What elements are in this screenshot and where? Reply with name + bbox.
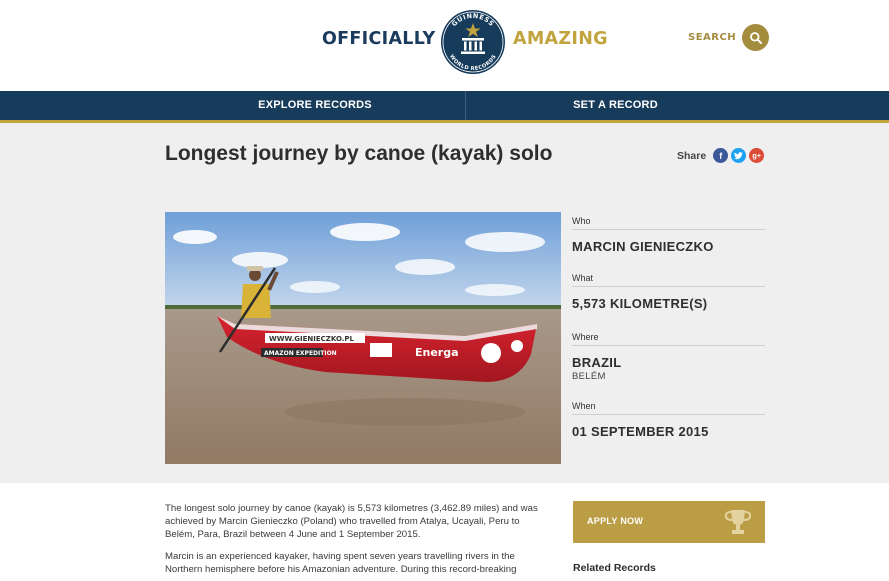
what-value: 5,573 KILOMETRE(S) <box>572 296 708 311</box>
related-records-heading: Related Records <box>573 562 656 574</box>
apply-now-label: APPLY NOW <box>587 516 644 526</box>
where-label: Where <box>572 328 765 346</box>
when-value: 01 SEPTEMBER 2015 <box>572 424 709 439</box>
share-bar: Share f g+ <box>677 148 765 163</box>
who-value[interactable]: MARCIN GIENIECZKO <box>572 239 765 254</box>
apply-now-button[interactable]: APPLY NOW <box>573 501 765 543</box>
when-label: When <box>572 397 765 415</box>
description-paragraph: Marcin is an experienced kayaker, having… <box>165 551 517 575</box>
record-facts: Who MARCIN GIENIECZKO What 5,573 KILOMET… <box>572 212 765 439</box>
search-icon[interactable] <box>742 24 770 51</box>
main-nav: EXPLORE RECORDS SET A RECORD <box>0 91 889 123</box>
gwr-logo[interactable]: GUINNESS WORLD RECORDS <box>437 6 509 78</box>
brand-amazing: AMAZING <box>513 29 608 49</box>
brand-officially: OFFICIALLY <box>322 29 436 49</box>
facebook-icon[interactable]: f <box>713 148 729 163</box>
hull-sponsor-text: Energa <box>415 346 459 359</box>
google-plus-icon[interactable]: g+ <box>749 148 765 163</box>
where-value: BRAZIL <box>572 355 622 370</box>
share-label: Share <box>677 149 707 162</box>
what-label: What <box>572 269 765 287</box>
twitter-icon[interactable] <box>731 148 747 163</box>
record-description: The longest solo journey by canoe (kayak… <box>165 502 545 581</box>
search-button[interactable]: SEARCH <box>688 24 770 51</box>
description-paragraph: The longest solo journey by canoe (kayak… <box>165 503 538 540</box>
hull-expedition-text: AMAZON EXPEDITION <box>264 350 337 357</box>
site-header: OFFICIALLY GUINNESS WORLD RECORDS AMAZIN… <box>0 0 889 91</box>
record-photo: WWW.GIENIECZKO.PL AMAZON EXPEDITION Ener… <box>165 212 561 464</box>
hull-url-text: WWW.GIENIECZKO.PL <box>269 335 355 343</box>
search-label: SEARCH <box>688 32 737 43</box>
who-label: Who <box>572 212 765 230</box>
nav-set-a-record[interactable]: SET A RECORD <box>466 91 765 120</box>
record-title: Longest journey by canoe (kayak) solo <box>165 142 553 165</box>
nav-explore-records[interactable]: EXPLORE RECORDS <box>165 91 465 120</box>
where-sub-value: BELÉM <box>572 371 606 382</box>
trophy-icon <box>724 510 752 534</box>
